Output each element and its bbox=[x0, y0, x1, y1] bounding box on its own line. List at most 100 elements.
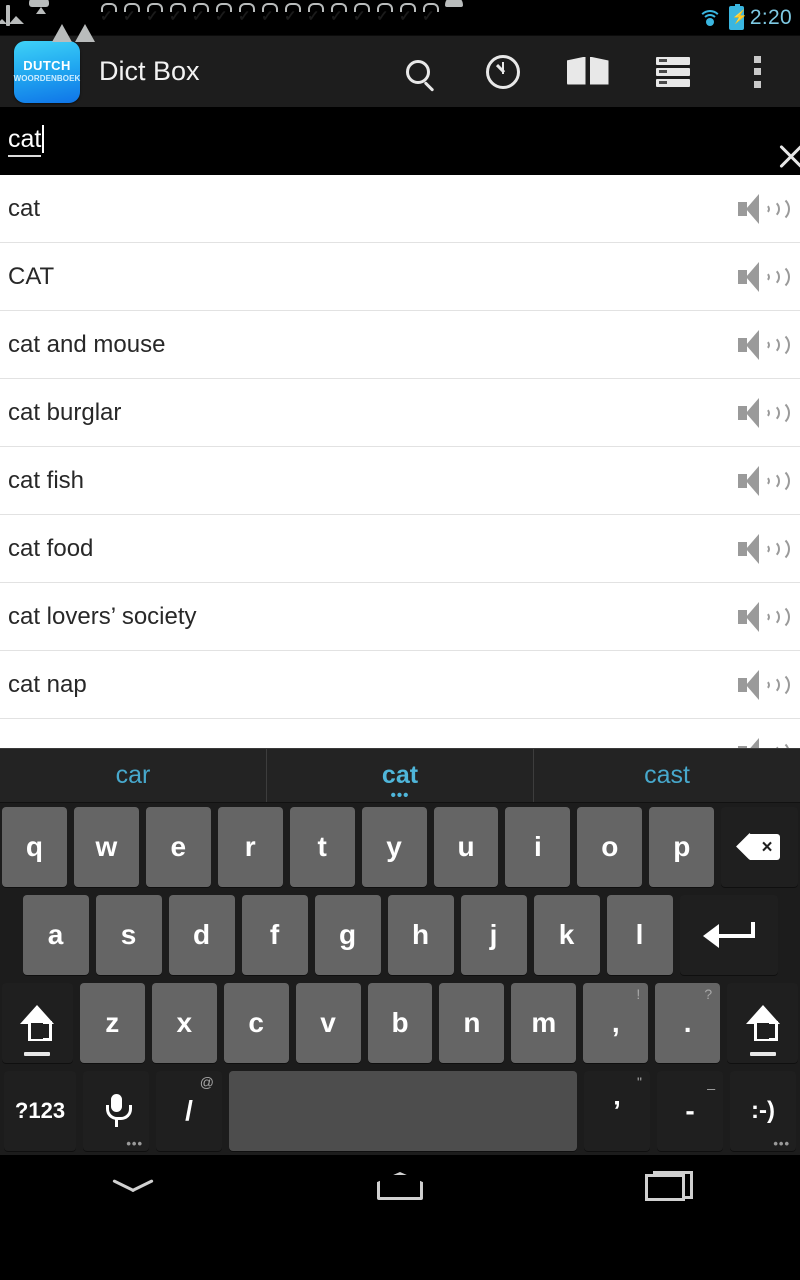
wordlist-icon bbox=[655, 56, 690, 87]
download-complete-icon bbox=[397, 7, 417, 29]
key-y[interactable]: y bbox=[361, 807, 427, 887]
list-item[interactable]: cat nap bbox=[0, 651, 800, 719]
list-item[interactable]: cat and mouse bbox=[0, 311, 800, 379]
key-r[interactable]: r bbox=[217, 807, 283, 887]
key-v[interactable]: v bbox=[295, 983, 361, 1063]
key-m[interactable]: m bbox=[511, 983, 577, 1063]
dictionary-button[interactable] bbox=[545, 36, 630, 107]
keyboard-row-2: a s d f g h j k l bbox=[0, 891, 800, 979]
list-item[interactable]: cat lovers’ society bbox=[0, 583, 800, 651]
suggestion-item[interactable]: car bbox=[0, 749, 266, 802]
search-results-list[interactable]: cat CAT cat and mouse cat burglar cat fi… bbox=[0, 175, 800, 748]
speaker-icon[interactable] bbox=[738, 533, 790, 565]
apostrophe-key[interactable]: " ’ bbox=[584, 1071, 650, 1151]
speaker-icon[interactable] bbox=[738, 669, 790, 701]
list-item-label: CAT bbox=[8, 262, 55, 290]
on-screen-keyboard: car cat ••• cast q w e r t y u i o p × a… bbox=[0, 748, 800, 1155]
speaker-icon[interactable] bbox=[738, 329, 790, 361]
symbols-key[interactable]: ?123 bbox=[4, 1071, 76, 1151]
key-i[interactable]: i bbox=[505, 807, 571, 887]
enter-icon bbox=[702, 920, 755, 950]
suggestion-label: cat bbox=[381, 761, 419, 789]
key-n[interactable]: n bbox=[439, 983, 505, 1063]
wordlist-button[interactable] bbox=[630, 36, 715, 107]
key-period[interactable]: ? . bbox=[655, 983, 721, 1063]
dash-key[interactable]: _ - bbox=[657, 1071, 723, 1151]
key-d[interactable]: d bbox=[168, 895, 235, 975]
text-cursor bbox=[42, 125, 45, 153]
suggestion-item-selected[interactable]: cat ••• bbox=[266, 749, 533, 804]
list-item-label: cat lovers’ society bbox=[8, 602, 197, 630]
enter-key[interactable] bbox=[679, 895, 778, 975]
key-period-label: . bbox=[683, 1007, 692, 1038]
key-b[interactable]: b bbox=[367, 983, 433, 1063]
suggestion-label: car bbox=[115, 761, 151, 789]
key-q[interactable]: q bbox=[2, 807, 67, 887]
suggestion-item[interactable]: cast bbox=[533, 749, 800, 802]
emoji-more-icon: ••• bbox=[773, 1136, 790, 1151]
key-o[interactable]: o bbox=[577, 807, 643, 887]
list-item[interactable]: cat bbox=[0, 175, 800, 243]
speaker-icon[interactable] bbox=[738, 737, 790, 748]
key-c[interactable]: c bbox=[223, 983, 289, 1063]
key-s[interactable]: s bbox=[95, 895, 162, 975]
slash-key[interactable]: @ / bbox=[156, 1071, 222, 1151]
key-comma-alt: ! bbox=[636, 986, 641, 1002]
key-u[interactable]: u bbox=[433, 807, 499, 887]
hide-keyboard-button[interactable] bbox=[73, 1155, 193, 1217]
search-input[interactable]: cat bbox=[8, 125, 776, 157]
list-item[interactable]: cat food bbox=[0, 515, 800, 583]
key-a[interactable]: a bbox=[22, 895, 89, 975]
download-complete-icon bbox=[374, 7, 394, 29]
recents-button[interactable] bbox=[607, 1155, 727, 1217]
dash-key-alt: _ bbox=[707, 1074, 715, 1090]
slash-key-label: / bbox=[185, 1095, 193, 1126]
shift-key[interactable] bbox=[2, 983, 73, 1063]
backspace-key[interactable]: × bbox=[721, 807, 798, 887]
history-button[interactable] bbox=[460, 36, 545, 107]
list-item[interactable] bbox=[0, 719, 800, 748]
key-j[interactable]: j bbox=[460, 895, 527, 975]
shift-key-right[interactable] bbox=[727, 983, 798, 1063]
home-icon bbox=[376, 1172, 423, 1200]
list-item-label: cat food bbox=[8, 534, 94, 562]
download-complete-icon bbox=[98, 7, 118, 29]
list-item[interactable]: cat fish bbox=[0, 447, 800, 515]
key-h[interactable]: h bbox=[387, 895, 454, 975]
key-w[interactable]: w bbox=[73, 807, 139, 887]
key-k[interactable]: k bbox=[533, 895, 600, 975]
microphone-key[interactable]: ••• bbox=[83, 1071, 149, 1151]
key-x[interactable]: x bbox=[151, 983, 217, 1063]
key-comma[interactable]: ! , bbox=[583, 983, 649, 1063]
download-complete-icon bbox=[305, 7, 325, 29]
key-f[interactable]: f bbox=[241, 895, 308, 975]
suggestion-more-icon: ••• bbox=[390, 787, 410, 804]
wifi-icon bbox=[697, 8, 723, 28]
backspace-icon: × bbox=[740, 834, 780, 860]
key-p[interactable]: p bbox=[649, 807, 715, 887]
book-icon bbox=[566, 56, 609, 87]
app-bar-actions bbox=[375, 36, 800, 107]
speaker-icon[interactable] bbox=[738, 193, 790, 225]
space-key[interactable] bbox=[229, 1071, 577, 1151]
speaker-icon[interactable] bbox=[738, 601, 790, 633]
list-item[interactable]: cat burglar bbox=[0, 379, 800, 447]
speaker-icon[interactable] bbox=[738, 261, 790, 293]
history-icon bbox=[485, 54, 520, 89]
home-button[interactable] bbox=[340, 1155, 460, 1217]
warning-icon bbox=[52, 6, 72, 42]
search-button[interactable] bbox=[375, 36, 460, 107]
speaker-icon[interactable] bbox=[738, 465, 790, 497]
overflow-menu-button[interactable] bbox=[715, 36, 800, 107]
download-complete-icon bbox=[121, 7, 141, 29]
list-item[interactable]: CAT bbox=[0, 243, 800, 311]
key-e[interactable]: e bbox=[145, 807, 211, 887]
key-g[interactable]: g bbox=[314, 895, 381, 975]
key-t[interactable]: t bbox=[289, 807, 355, 887]
search-icon bbox=[405, 59, 430, 84]
emoji-key[interactable]: :-) ••• bbox=[730, 1071, 796, 1151]
speaker-icon[interactable] bbox=[738, 397, 790, 429]
keyboard-row-3: z x c v b n m ! , ? . bbox=[0, 979, 800, 1067]
key-l[interactable]: l bbox=[606, 895, 673, 975]
key-z[interactable]: z bbox=[79, 983, 145, 1063]
